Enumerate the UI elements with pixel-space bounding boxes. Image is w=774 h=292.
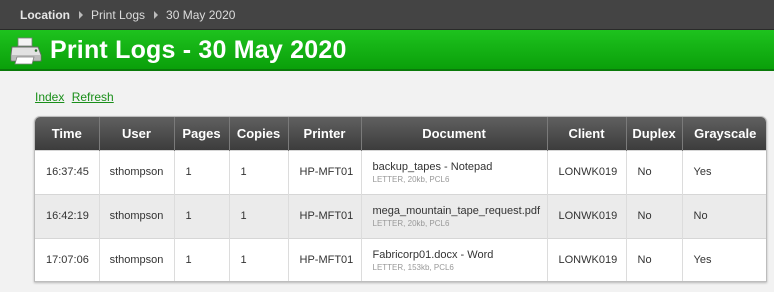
breadcrumb-root[interactable]: Location <box>20 8 70 22</box>
table-row: 16:42:19 sthompson 1 1 HP-MFT01 mega_mou… <box>35 193 766 238</box>
breadcrumb: Location Print Logs 30 May 2020 <box>0 0 774 30</box>
cell-printer: HP-MFT01 <box>288 193 362 238</box>
cell-grayscale: Yes <box>682 149 766 194</box>
index-link[interactable]: Index <box>35 90 64 104</box>
cell-user: sthompson <box>99 237 175 281</box>
cell-printer: HP-MFT01 <box>288 237 362 281</box>
table-header-row: Time User Pages Copies Printer Document … <box>35 117 766 150</box>
column-header-grayscale[interactable]: Grayscale <box>682 117 766 150</box>
document-meta: LETTER, 20kb, PCL6 <box>372 218 450 228</box>
column-header-document[interactable]: Document <box>361 117 548 150</box>
cell-copies: 1 <box>229 237 289 281</box>
table-row: 17:07:06 sthompson 1 1 HP-MFT01 Fabricor… <box>35 237 766 281</box>
triangle-right-icon <box>154 10 159 19</box>
column-header-copies[interactable]: Copies <box>229 117 289 150</box>
document-meta: LETTER, 20kb, PCL6 <box>372 174 450 184</box>
cell-user: sthompson <box>99 193 175 238</box>
cell-time: 16:42:19 <box>35 193 100 238</box>
cell-grayscale: Yes <box>682 237 766 281</box>
cell-printer: HP-MFT01 <box>288 149 362 194</box>
page-title: Print Logs - 30 May 2020 <box>50 36 347 64</box>
cell-duplex: No <box>626 237 683 281</box>
cell-pages: 1 <box>174 237 230 281</box>
column-header-client[interactable]: Client <box>547 117 627 150</box>
cell-document: mega_mountain_tape_request.pdf LETTER, 2… <box>361 193 548 238</box>
document-name: backup_tapes - Notepad <box>372 160 493 173</box>
cell-client: LONWK019 <box>547 193 627 238</box>
print-logs-table: Time User Pages Copies Printer Document … <box>34 116 767 282</box>
cell-grayscale: No <box>682 193 766 238</box>
cell-document: backup_tapes - Notepad LETTER, 20kb, PCL… <box>361 149 548 194</box>
refresh-link[interactable]: Refresh <box>72 90 114 104</box>
cell-time: 17:07:06 <box>35 237 100 281</box>
cell-duplex: No <box>626 193 683 238</box>
cell-user: sthompson <box>99 149 175 194</box>
table-row: 16:37:45 sthompson 1 1 HP-MFT01 backup_t… <box>35 149 766 194</box>
cell-document: Fabricorp01.docx - Word LETTER, 153kb, P… <box>361 237 548 281</box>
column-header-time[interactable]: Time <box>35 117 100 150</box>
cell-pages: 1 <box>174 149 230 194</box>
cell-copies: 1 <box>229 193 289 238</box>
document-meta: LETTER, 153kb, PCL6 <box>372 262 454 272</box>
cell-pages: 1 <box>174 193 230 238</box>
column-header-pages[interactable]: Pages <box>174 117 230 150</box>
column-header-printer[interactable]: Printer <box>288 117 362 150</box>
breadcrumb-item-date: 30 May 2020 <box>166 7 236 22</box>
triangle-right-icon <box>79 10 83 19</box>
document-name: Fabricorp01.docx - Word <box>372 248 494 261</box>
column-header-user[interactable]: User <box>99 117 175 150</box>
title-bar: Print Logs - 30 May 2020 <box>0 30 774 71</box>
cell-duplex: No <box>626 149 683 194</box>
breadcrumb-item-print-logs[interactable]: Print Logs <box>91 8 145 22</box>
document-name: mega_mountain_tape_request.pdf <box>372 204 541 217</box>
column-header-duplex[interactable]: Duplex <box>626 117 683 150</box>
toolbar: Index Refresh <box>35 90 118 104</box>
cell-time: 16:37:45 <box>35 149 100 194</box>
cell-client: LONWK019 <box>547 149 627 194</box>
printer-icon <box>10 37 42 65</box>
cell-copies: 1 <box>229 149 289 194</box>
cell-client: LONWK019 <box>547 237 627 281</box>
